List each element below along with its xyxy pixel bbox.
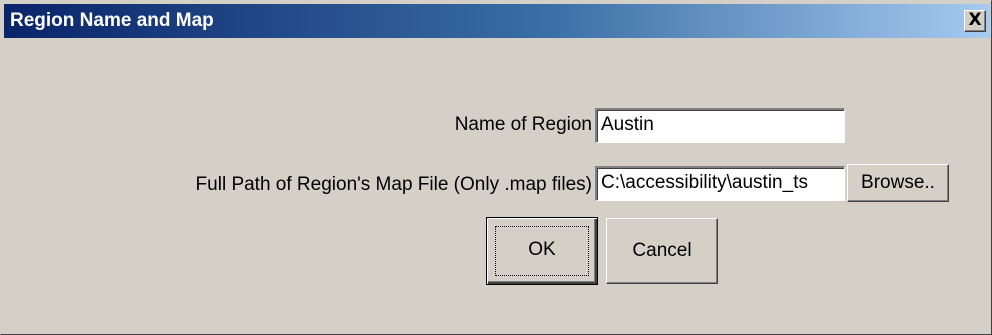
close-button[interactable]: X <box>964 10 986 32</box>
close-icon: X <box>968 10 982 30</box>
region-name-label: Name of Region <box>454 114 592 135</box>
map-path-input[interactable]: C:\accessibility\austin_ts <box>595 166 845 201</box>
browse-button[interactable]: Browse.. <box>847 164 949 202</box>
ok-button[interactable]: OK <box>486 217 598 285</box>
map-path-label: Full Path of Region's Map File (Only .ma… <box>195 174 592 195</box>
region-name-input[interactable]: Austin <box>595 108 845 143</box>
dialog-title: Region Name and Map <box>10 10 214 31</box>
cancel-button[interactable]: Cancel <box>606 218 718 284</box>
dialog-window: Region Name and Map X Name of Region Aus… <box>0 0 992 335</box>
ok-button-label: OK <box>528 239 556 260</box>
title-bar[interactable]: Region Name and Map X <box>4 4 990 38</box>
